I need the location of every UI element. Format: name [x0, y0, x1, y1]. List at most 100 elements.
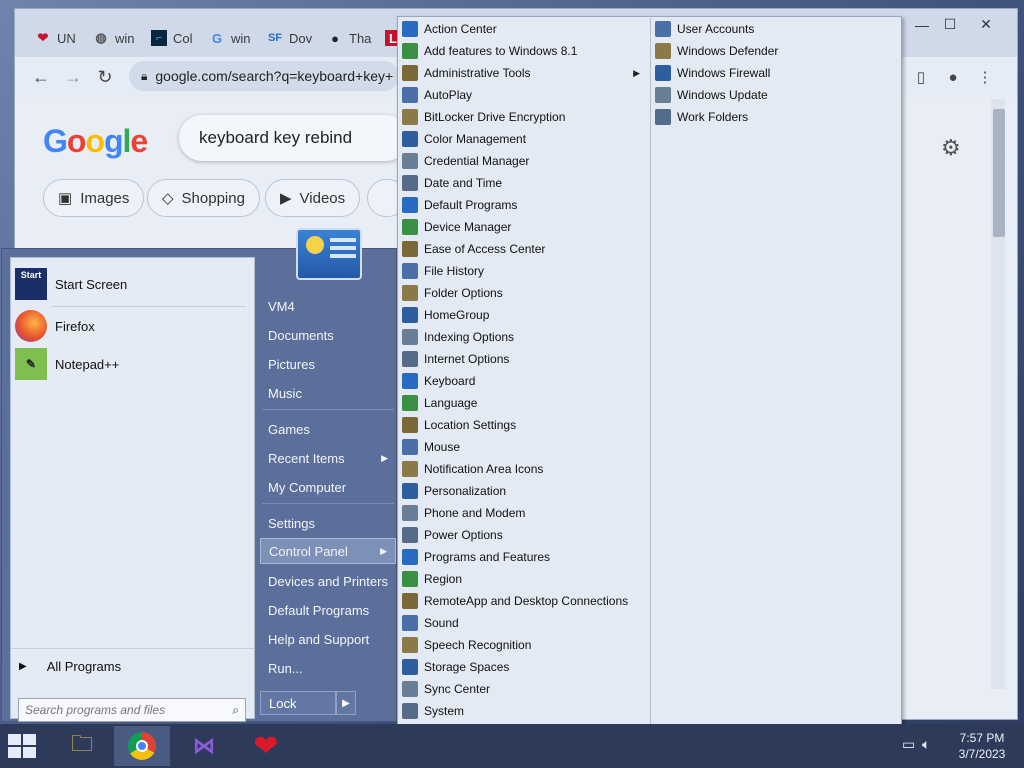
cp-item-windows-defender[interactable]: Windows Defender	[651, 40, 901, 62]
start-search-input[interactable]: Search programs and files ⌕	[18, 698, 246, 722]
profile-icon[interactable]: ●	[941, 65, 965, 89]
start-item-control-panel[interactable]: Control Panel ▶	[260, 538, 396, 564]
cp-item-color-management[interactable]: Color Management	[398, 128, 648, 150]
scrollbar-thumb[interactable]	[993, 109, 1005, 237]
lock-options-arrow[interactable]: ▶	[336, 691, 356, 715]
visual-studio-icon: ⋈	[193, 733, 215, 758]
start-item-vm4[interactable]: VM4	[260, 293, 396, 319]
start-item-pictures[interactable]: Pictures	[260, 351, 396, 377]
pinned-start-screen[interactable]: Start Start Screen	[15, 266, 127, 302]
chip-videos[interactable]: ▶ Videos	[265, 179, 361, 217]
start-item-documents[interactable]: Documents	[260, 322, 396, 348]
pinned-notepadpp[interactable]: ✎ Notepad++	[15, 346, 119, 382]
user-picture[interactable]	[296, 228, 362, 280]
taskbar-clock[interactable]: 7:57 PM 3/7/2023	[946, 730, 1018, 762]
cp-item-user-accounts[interactable]: User Accounts	[651, 18, 901, 40]
cp-item-sync-center[interactable]: Sync Center	[398, 678, 648, 700]
cp-item-add-features-to-windows-8-1[interactable]: Add features to Windows 8.1	[398, 40, 648, 62]
cp-item-keyboard[interactable]: Keyboard	[398, 370, 648, 392]
cp-item-credential-manager[interactable]: Credential Manager	[398, 150, 648, 172]
cp-item-programs-and-features[interactable]: Programs and Features	[398, 546, 648, 568]
pinned-firefox[interactable]: Firefox	[15, 308, 95, 344]
cp-item-windows-update[interactable]: Windows Update	[651, 84, 901, 106]
cp-item-personalization[interactable]: Personalization	[398, 480, 648, 502]
cp-item-default-programs[interactable]: Default Programs	[398, 194, 648, 216]
start-item-devices-printers[interactable]: Devices and Printers	[260, 568, 396, 594]
cp-item-label: AutoPlay	[424, 88, 473, 102]
cp-item-speech-recognition[interactable]: Speech Recognition	[398, 634, 648, 656]
google-logo[interactable]: Google	[43, 123, 148, 160]
cp-item-notification-area-icons[interactable]: Notification Area Icons	[398, 458, 648, 480]
start-item-my-computer[interactable]: My Computer	[260, 474, 396, 500]
start-item-music[interactable]: Music	[260, 380, 396, 406]
tab-5[interactable]: SF Dov	[251, 23, 313, 53]
dark-circle-icon: ●	[331, 30, 339, 46]
file-explorer-taskbar-button[interactable]: 🗀	[54, 726, 110, 766]
network-icon[interactable]: ▭	[902, 736, 915, 753]
start-item-run[interactable]: Run...	[260, 655, 396, 681]
windows-start-button[interactable]	[6, 732, 38, 760]
cp-item-date-and-time[interactable]: Date and Time	[398, 172, 648, 194]
cp-item-storage-spaces[interactable]: Storage Spaces	[398, 656, 648, 678]
clock-date: 3/7/2023	[958, 747, 1006, 761]
cp-item-ease-of-access-center[interactable]: Ease of Access Center	[398, 238, 648, 260]
forward-icon[interactable]: →	[61, 65, 85, 89]
address-bar[interactable]: 🔒︎ google.com/search?q=keyboard+key+	[129, 61, 399, 91]
heart-app-taskbar-button[interactable]: ❤	[238, 726, 294, 766]
start-item-default-programs[interactable]: Default Programs	[260, 597, 396, 623]
reload-icon[interactable]: ↻	[93, 65, 117, 89]
ease-of-access-center-icon	[402, 241, 418, 257]
tab-2[interactable]: ◍ win	[77, 23, 139, 53]
minimize-icon[interactable]: —	[907, 14, 937, 36]
visual-studio-taskbar-button[interactable]: ⋈	[176, 726, 232, 766]
search-input[interactable]: keyboard key rebind	[179, 115, 409, 161]
tab-6[interactable]: ● Tha	[311, 23, 373, 53]
close-icon[interactable]: ✕	[971, 13, 1001, 35]
cp-item-administrative-tools[interactable]: Administrative Tools ▶	[398, 62, 648, 84]
chrome-taskbar-button[interactable]	[114, 726, 170, 766]
menu-dots-icon[interactable]: ⋮	[973, 65, 997, 89]
cp-item-system[interactable]: System	[398, 700, 648, 722]
cp-item-power-options[interactable]: Power Options	[398, 524, 648, 546]
start-item-settings[interactable]: Settings	[260, 510, 396, 536]
cp-item-device-manager[interactable]: Device Manager	[398, 216, 648, 238]
cp-item-bitlocker-drive-encryption[interactable]: BitLocker Drive Encryption	[398, 106, 648, 128]
chip-images[interactable]: ▣ Images	[43, 179, 145, 217]
side-panel-icon[interactable]: ▯	[909, 65, 933, 89]
cp-item-language[interactable]: Language	[398, 392, 648, 414]
cp-item-location-settings[interactable]: Location Settings	[398, 414, 648, 436]
cp-item-internet-options[interactable]: Internet Options	[398, 348, 648, 370]
start-item-help-support[interactable]: Help and Support	[260, 626, 396, 652]
internet-options-icon	[402, 351, 418, 367]
cp-item-label: Add features to Windows 8.1	[424, 44, 578, 58]
cp-item-work-folders[interactable]: Work Folders	[651, 106, 901, 128]
gear-icon[interactable]: ⚙	[941, 135, 961, 161]
cp-item-action-center[interactable]: Action Center	[398, 18, 648, 40]
tab-1[interactable]: ❤ UN	[19, 23, 81, 53]
autoplay-icon	[402, 87, 418, 103]
cp-item-remoteapp-and-desktop-connections[interactable]: RemoteApp and Desktop Connections	[398, 590, 648, 612]
lock-button[interactable]: Lock	[260, 691, 336, 715]
cp-item-autoplay[interactable]: AutoPlay	[398, 84, 648, 106]
cp-item-file-history[interactable]: File History	[398, 260, 648, 282]
cp-item-label: Action Center	[424, 22, 497, 36]
maximize-icon[interactable]: ☐	[935, 13, 965, 35]
start-item-recent-items[interactable]: Recent Items ▶	[260, 445, 396, 471]
cp-item-region[interactable]: Region	[398, 568, 648, 590]
back-icon[interactable]: ←	[29, 65, 53, 89]
all-programs-button[interactable]: ▶ All Programs	[19, 655, 121, 677]
cp-item-folder-options[interactable]: Folder Options	[398, 282, 648, 304]
chip-shopping[interactable]: ◇ Shopping	[147, 179, 260, 217]
page-scrollbar[interactable]	[991, 99, 1005, 689]
cp-item-sound[interactable]: Sound	[398, 612, 648, 634]
tab-3[interactable]: ⌐ Col	[135, 23, 197, 53]
cp-item-homegroup[interactable]: HomeGroup	[398, 304, 648, 326]
tab-4[interactable]: G win	[193, 23, 255, 53]
windows-firewall-icon	[655, 65, 671, 81]
volume-icon[interactable]: 🔈︎	[922, 736, 930, 753]
start-item-games[interactable]: Games	[260, 416, 396, 442]
cp-item-windows-firewall[interactable]: Windows Firewall	[651, 62, 901, 84]
cp-item-phone-and-modem[interactable]: Phone and Modem	[398, 502, 648, 524]
cp-item-indexing-options[interactable]: Indexing Options	[398, 326, 648, 348]
cp-item-mouse[interactable]: Mouse	[398, 436, 648, 458]
